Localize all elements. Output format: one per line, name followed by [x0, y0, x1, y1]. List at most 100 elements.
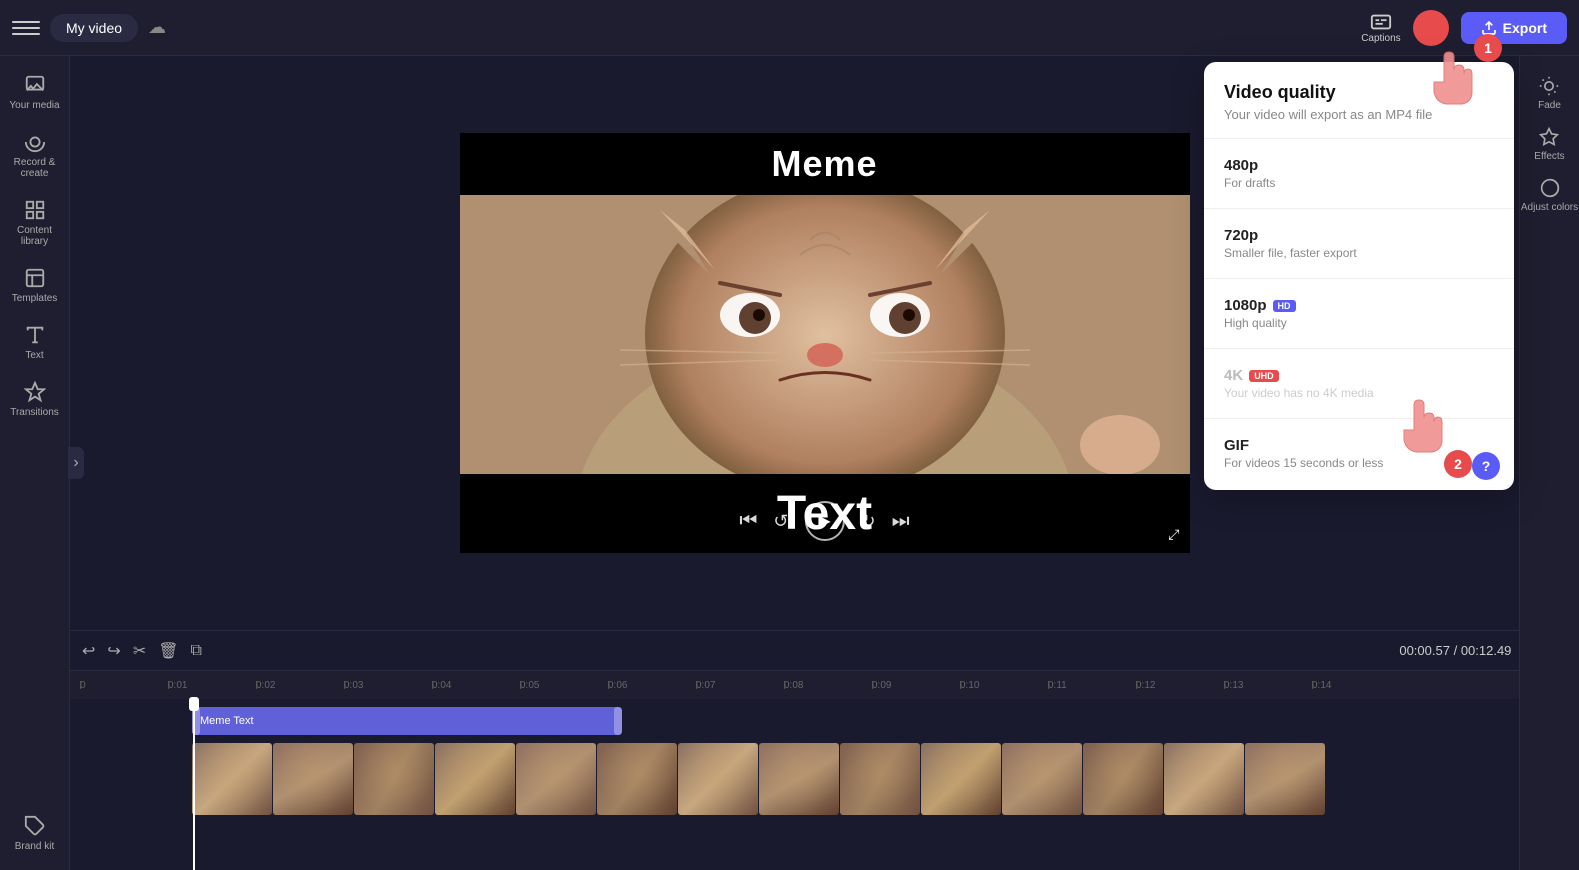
skip-to-start-button[interactable]: ⏮ — [739, 510, 757, 533]
quality-desc-1080p: High quality — [1224, 316, 1494, 330]
thumbnail-1 — [192, 743, 272, 815]
menu-icon[interactable] — [12, 14, 40, 42]
thumbnail-4 — [435, 743, 515, 815]
ruler-mark: 0:01 — [168, 680, 256, 691]
topbar: My video ☁ Captions Export — [0, 0, 1579, 56]
thumbnail-10 — [921, 743, 1001, 815]
thumbnail-13 — [1164, 743, 1244, 815]
video-track-row — [70, 739, 1579, 819]
sidebar-item-brand-kit[interactable]: Brand kit — [3, 807, 67, 860]
thumbnail-9 — [840, 743, 920, 815]
quality-name-1080p: 1080p HD — [1224, 297, 1494, 314]
video-title[interactable]: My video — [50, 14, 138, 42]
thumbnail-14 — [1245, 743, 1325, 815]
redo-button[interactable]: ↪ — [107, 641, 120, 661]
right-sidebar: Fade Effects Adjust colors — [1519, 56, 1579, 870]
quality-divider-3 — [1204, 278, 1514, 279]
sidebar-item-transitions[interactable]: Transitions — [3, 373, 67, 426]
timeline-toolbar: ↩ ↪ ✂ 🗑 ⧉ 00:00.57 / 00:12.49 − + ⤢ — [70, 631, 1579, 671]
avatar[interactable] — [1413, 10, 1449, 46]
playhead-handle[interactable] — [189, 697, 199, 711]
video-image — [460, 195, 1190, 474]
delete-button[interactable]: 🗑 — [158, 641, 178, 661]
video-preview: Meme — [460, 133, 1190, 553]
quality-divider-5 — [1204, 418, 1514, 419]
quality-option-4k[interactable]: 4K UHD Your video has no 4K media — [1204, 357, 1514, 410]
text-track[interactable]: Meme Text — [192, 707, 622, 735]
left-sidebar: Your media Record & create Content libra… — [0, 56, 70, 870]
topbar-left: My video ☁ — [12, 14, 166, 42]
ruler-mark: 0 — [80, 680, 168, 691]
quality-divider-4 — [1204, 348, 1514, 349]
ruler-mark: 0:11 — [1048, 680, 1136, 691]
quality-option-1080p[interactable]: 1080p HD High quality — [1204, 287, 1514, 340]
timeline-time: 00:00.57 / 00:12.49 — [1399, 643, 1511, 658]
quality-desc-gif: For videos 15 seconds or less — [1224, 456, 1494, 470]
thumbnail-11 — [1002, 743, 1082, 815]
ruler-mark: 0:05 — [520, 680, 608, 691]
rewind-button[interactable]: ↺ — [773, 511, 788, 532]
video-thumbnails — [192, 743, 1325, 815]
duplicate-button[interactable]: ⧉ — [191, 642, 202, 660]
quality-name-480p: 480p — [1224, 157, 1494, 174]
right-sidebar-item-adjust-colors[interactable]: Adjust colors — [1521, 178, 1578, 213]
ruler-mark: 0:02 — [256, 680, 344, 691]
playhead[interactable] — [193, 699, 195, 870]
ruler-mark: 0:14 — [1312, 680, 1400, 691]
video-top-text: Meme — [460, 133, 1190, 195]
text-track-label: Meme Text — [200, 715, 254, 727]
ruler-mark: 0:08 — [784, 680, 872, 691]
play-button[interactable]: ▶ — [805, 501, 845, 541]
quality-subtitle: Your video will export as an MP4 file — [1224, 107, 1494, 122]
quality-desc-4k: Your video has no 4K media — [1224, 386, 1494, 400]
quality-dropdown: Video quality Your video will export as … — [1204, 62, 1514, 490]
captions-button[interactable]: Captions — [1361, 11, 1400, 44]
thumbnail-5 — [516, 743, 596, 815]
ruler-mark: 0:03 — [344, 680, 432, 691]
sidebar-item-content-library[interactable]: Content library — [3, 191, 67, 255]
quality-title: Video quality — [1224, 82, 1494, 103]
quality-option-720p[interactable]: 720p Smaller file, faster export — [1204, 217, 1514, 270]
topbar-right: Captions Export — [1361, 10, 1567, 46]
forward-button[interactable]: ↻ — [861, 511, 876, 532]
cloud-save-icon[interactable]: ☁ — [148, 17, 166, 38]
quality-divider-1 — [1204, 138, 1514, 139]
ruler-mark: 0:06 — [608, 680, 696, 691]
timeline-tracks: Meme Text — [70, 699, 1579, 819]
sidebar-item-templates[interactable]: Templates — [3, 259, 67, 312]
quality-option-480p[interactable]: 480p For drafts — [1204, 147, 1514, 200]
quality-divider-2 — [1204, 208, 1514, 209]
thumbnail-8 — [759, 743, 839, 815]
thumbnail-12 — [1083, 743, 1163, 815]
quality-dropdown-header: Video quality Your video will export as … — [1204, 82, 1514, 130]
undo-button[interactable]: ↩ — [82, 641, 95, 661]
ruler-mark: 0:09 — [872, 680, 960, 691]
skip-to-end-button[interactable]: ⏭ — [892, 510, 910, 533]
thumbnail-2 — [273, 743, 353, 815]
quality-name-720p: 720p — [1224, 227, 1494, 244]
right-sidebar-item-fade[interactable]: Fade — [1538, 76, 1561, 111]
sidebar-item-text[interactable]: Text — [3, 316, 67, 369]
timeline-ruler: 0 0:01 0:02 0:03 0:04 0:05 0:06 0:07 0:0… — [70, 671, 1579, 699]
ruler-mark: 0:04 — [432, 680, 520, 691]
cut-button[interactable]: ✂ — [133, 641, 146, 661]
right-sidebar-item-effects[interactable]: Effects — [1534, 127, 1564, 162]
quality-desc-480p: For drafts — [1224, 176, 1494, 190]
thumbnail-7 — [678, 743, 758, 815]
quality-name-gif: GIF — [1224, 437, 1494, 454]
uhd-badge: UHD — [1249, 370, 1279, 382]
sidebar-collapse-btn[interactable]: › — [68, 447, 84, 479]
ruler-mark: 0:10 — [960, 680, 1048, 691]
playback-controls: ⏮ ↺ ▶ ↻ ⏭ — [739, 501, 909, 541]
timeline-area: ↩ ↪ ✂ 🗑 ⧉ 00:00.57 / 00:12.49 − + ⤢ 0 0:… — [70, 630, 1579, 870]
quality-option-gif[interactable]: GIF For videos 15 seconds or less — [1204, 427, 1514, 480]
sidebar-item-your-media[interactable]: Your media — [3, 66, 67, 119]
quality-name-4k: 4K UHD — [1224, 367, 1494, 384]
export-button[interactable]: Export — [1461, 12, 1567, 44]
thumbnail-3 — [354, 743, 434, 815]
ruler-mark: 0:12 — [1136, 680, 1224, 691]
fullscreen-button[interactable]: ⤢ — [1168, 526, 1179, 543]
sidebar-item-record[interactable]: Record & create — [3, 123, 67, 187]
text-track-right-handle[interactable] — [614, 707, 622, 735]
hd-badge: HD — [1273, 300, 1296, 312]
